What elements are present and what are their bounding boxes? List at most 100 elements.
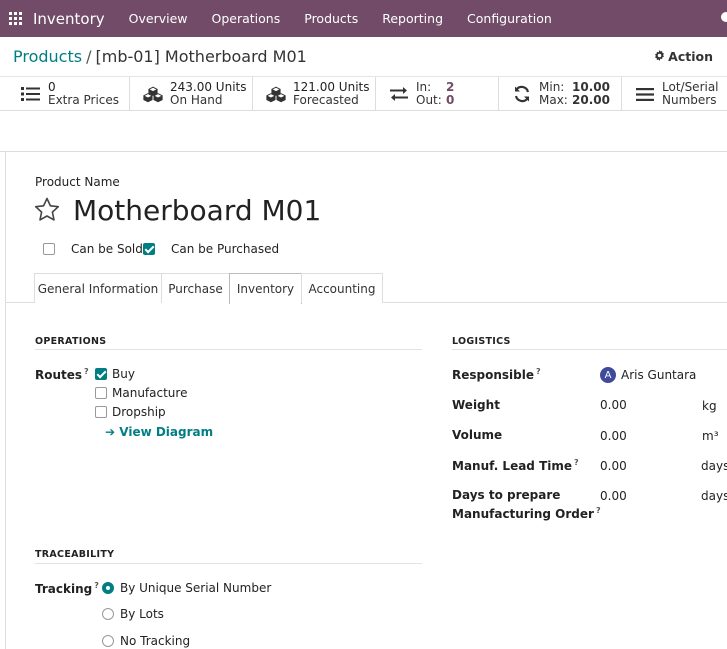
sheet-border xyxy=(5,152,6,649)
cubes-icon xyxy=(142,85,164,103)
forecasted-label: Forecasted xyxy=(293,93,359,107)
nav-operations[interactable]: Operations xyxy=(212,11,281,26)
volume-label: Volume xyxy=(452,428,503,442)
nav-products[interactable]: Products xyxy=(304,11,358,26)
routes-label: Routes? xyxy=(35,367,89,382)
tracking-lots-radio[interactable] xyxy=(102,608,114,620)
breadcrumb-products-link[interactable]: Products xyxy=(13,47,82,66)
tracking-lots-label: By Lots xyxy=(120,607,164,621)
min-max-button[interactable]: Min: 10.00 Max: 20.00 xyxy=(499,77,622,111)
control-panel: Products / [mb-01] Motherboard M01 Action xyxy=(0,37,727,77)
status-band xyxy=(0,112,727,152)
can-be-sold-checkbox[interactable] xyxy=(43,243,55,255)
out-label: Out: xyxy=(416,93,442,107)
logistics-divider xyxy=(452,349,727,350)
lot-serial-line2: Numbers xyxy=(662,93,717,107)
action-button[interactable]: Action xyxy=(654,49,713,64)
smart-buttons-bar: 0 Extra Prices 243.00 Units On Hand 121.… xyxy=(0,77,727,111)
tab-accounting[interactable]: Accounting xyxy=(301,273,383,303)
gear-icon xyxy=(654,49,665,64)
nav-configuration[interactable]: Configuration xyxy=(467,11,552,26)
help-icon[interactable]: ? xyxy=(574,458,579,467)
tab-purchase[interactable]: Purchase xyxy=(161,273,230,303)
refresh-icon xyxy=(511,85,533,103)
view-diagram-text: View Diagram xyxy=(119,425,214,439)
days-prepare-label-2-text: Manufacturing Order xyxy=(452,507,594,521)
tracking-serial-label: By Unique Serial Number xyxy=(120,581,272,595)
nav-overview[interactable]: Overview xyxy=(129,11,188,26)
traceability-section-title: TRACEABILITY xyxy=(35,549,115,560)
tracking-label-text: Tracking xyxy=(35,582,93,596)
traceability-divider xyxy=(35,563,422,564)
chat-icon[interactable] xyxy=(721,12,727,22)
forecasted-button[interactable]: 121.00 Units Forecasted xyxy=(253,77,376,111)
route-dropship-checkbox[interactable] xyxy=(95,406,107,418)
breadcrumb-separator: / xyxy=(86,47,92,66)
tracking-serial-radio[interactable] xyxy=(102,582,114,594)
lead-time-unit: days xyxy=(701,459,727,473)
route-dropship-label: Dropship xyxy=(112,405,166,419)
route-buy-label: Buy xyxy=(112,367,135,381)
exchange-icon xyxy=(388,85,410,103)
breadcrumb-current: [mb-01] Motherboard M01 xyxy=(95,47,307,66)
tracking-none-radio[interactable] xyxy=(102,635,114,647)
bars-icon xyxy=(634,85,656,103)
route-manufacture-label: Manufacture xyxy=(112,386,188,400)
product-name-field[interactable]: Motherboard M01 xyxy=(73,194,321,227)
help-icon[interactable]: ? xyxy=(84,367,89,376)
operations-section-title: OPERATIONS xyxy=(35,336,107,347)
apps-menu-icon[interactable] xyxy=(9,12,22,25)
max-value: 20.00 xyxy=(572,93,610,107)
logistics-section-title: LOGISTICS xyxy=(452,336,511,347)
extra-prices-label: Extra Prices xyxy=(48,93,120,107)
routes-label-text: Routes xyxy=(35,368,83,382)
nav-reporting[interactable]: Reporting xyxy=(382,11,443,26)
extra-prices-button[interactable]: 0 Extra Prices xyxy=(0,77,130,111)
route-buy-checkbox[interactable] xyxy=(95,368,107,380)
list-icon xyxy=(20,85,42,103)
days-prepare-label-1: Days to prepare xyxy=(452,488,561,502)
lead-time-label-text: Manuf. Lead Time xyxy=(452,459,573,473)
volume-field[interactable]: 0.00 xyxy=(600,429,627,443)
max-label: Max: xyxy=(539,93,568,107)
days-prepare-unit: days xyxy=(701,489,727,503)
out-value: 0 xyxy=(446,93,455,107)
product-name-label: Product Name xyxy=(35,175,120,189)
responsible-field[interactable]: Aris Guntara xyxy=(621,368,696,382)
in-out-button[interactable]: In: 2 Out: 0 xyxy=(376,77,499,111)
volume-unit: m³ xyxy=(702,429,719,443)
lead-time-field[interactable]: 0.00 xyxy=(600,459,627,473)
star-icon[interactable] xyxy=(34,197,60,223)
responsible-label-text: Responsible xyxy=(452,368,534,382)
tab-general-information[interactable]: General Information xyxy=(34,273,162,303)
on-hand-button[interactable]: 243.00 Units On Hand xyxy=(130,77,253,111)
can-be-purchased-label: Can be Purchased xyxy=(171,242,280,256)
tab-inventory[interactable]: Inventory xyxy=(229,273,302,304)
route-manufacture-checkbox[interactable] xyxy=(95,387,107,399)
days-prepare-label-2: Manufacturing Order? xyxy=(452,506,601,521)
operations-divider xyxy=(35,349,422,350)
arrow-right-icon: ➔ xyxy=(105,425,116,439)
tracking-none-label: No Tracking xyxy=(120,634,191,648)
notebook-tabs: General Information Purchase Inventory A… xyxy=(6,273,727,304)
responsible-label: Responsible? xyxy=(452,367,541,382)
action-label: Action xyxy=(668,49,713,64)
on-hand-label: On Hand xyxy=(170,93,223,107)
tracking-label: Tracking? xyxy=(35,581,99,596)
weight-field[interactable]: 0.00 xyxy=(600,398,627,412)
lot-serial-button[interactable]: Lot/Serial Numbers xyxy=(622,77,727,111)
breadcrumb: Products / [mb-01] Motherboard M01 xyxy=(13,47,307,66)
days-prepare-field[interactable]: 0.00 xyxy=(600,489,627,503)
weight-unit: kg xyxy=(702,399,717,413)
help-icon[interactable]: ? xyxy=(536,367,541,376)
lead-time-label: Manuf. Lead Time? xyxy=(452,458,579,473)
help-icon[interactable]: ? xyxy=(596,506,601,515)
can-be-sold-label: Can be Sold xyxy=(71,242,143,256)
help-icon[interactable]: ? xyxy=(94,581,99,590)
cubes-icon xyxy=(265,85,287,103)
can-be-purchased-checkbox[interactable] xyxy=(143,243,155,255)
app-brand[interactable]: Inventory xyxy=(33,10,105,28)
view-diagram-link[interactable]: ➔ View Diagram xyxy=(105,425,213,439)
avatar: A xyxy=(600,367,616,383)
weight-label: Weight xyxy=(452,398,500,412)
